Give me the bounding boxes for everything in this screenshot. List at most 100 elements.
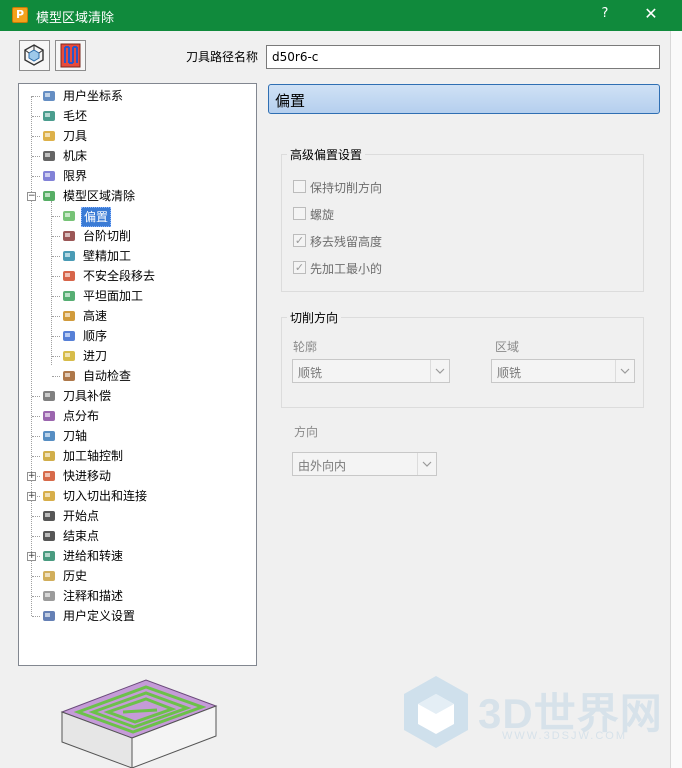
tree-item-label: 进刀 <box>83 349 108 363</box>
tool-compensation-icon <box>41 388 57 404</box>
expand-icon[interactable]: + <box>27 492 36 501</box>
tree-item-label: 点分布 <box>63 409 100 423</box>
tree-item-label: 进给和转速 <box>63 549 124 563</box>
close-button[interactable]: ✕ <box>640 4 662 23</box>
keep-direction-checkbox[interactable] <box>293 180 306 193</box>
direction-value: 由外向内 <box>298 459 347 473</box>
tree-item-label: 限界 <box>63 169 88 183</box>
user-settings-icon <box>41 608 57 624</box>
spiral-label: 螺旋 <box>310 208 335 222</box>
tree-item-label: 高速 <box>83 309 108 323</box>
tree-item-label: 刀轴 <box>63 429 88 443</box>
tree-guide-line <box>52 276 60 277</box>
tree-item-label: 历史 <box>63 569 88 583</box>
auto-check-icon <box>61 368 77 384</box>
chevron-down-icon <box>615 360 634 382</box>
tree-guide-line <box>52 356 60 357</box>
machine-icon <box>41 148 57 164</box>
tree-guide-line <box>51 201 52 365</box>
tree-guide-line <box>32 136 40 137</box>
remove-cusps-checkbox[interactable]: ✓ <box>293 234 306 247</box>
collision-check-icon <box>24 44 44 66</box>
block-icon <box>41 108 57 124</box>
tree-item-label: 切入切出和连接 <box>63 489 148 503</box>
background-strip <box>670 31 682 768</box>
window-title: 模型区域清除 <box>36 11 115 26</box>
direction-label: 方向 <box>294 425 319 439</box>
tree-guide-line <box>32 436 40 437</box>
cut-direction-group: 切削方向 轮廓 顺铣 区域 顺铣 <box>281 309 644 408</box>
tree-guide-line <box>32 116 40 117</box>
watermark-url: WWW.3DSJW.COM <box>502 730 627 742</box>
profile-label: 轮廓 <box>293 340 318 354</box>
tree-item-label: 台阶切削 <box>83 229 132 243</box>
toolpath-name-input[interactable] <box>266 45 660 69</box>
point-distribution-icon <box>41 408 57 424</box>
tree-guide-line <box>32 96 40 97</box>
tree-guide-line <box>32 616 40 617</box>
high-speed-icon <box>61 308 77 324</box>
tree-guide-line <box>32 176 40 177</box>
cut-direction-title: 切削方向 <box>287 309 342 326</box>
tree-guide-line <box>52 256 60 257</box>
spiral-checkbox[interactable] <box>293 207 306 220</box>
notes-icon <box>41 588 57 604</box>
collapse-icon[interactable]: − <box>27 192 36 201</box>
tree-guide-line <box>32 536 40 537</box>
tree-guide-line <box>32 596 40 597</box>
tool-icon <box>41 128 57 144</box>
tree-item-label: 刀具补偿 <box>63 389 112 403</box>
tree-item-label: 机床 <box>63 149 88 163</box>
tree-guide-line <box>32 416 40 417</box>
settings-tree[interactable]: 用户坐标系 毛坯 刀具 机床 限界 − 模型区域清除 偏置 台阶切削 壁精加工 不安全段移去 平坦面加… <box>18 83 257 666</box>
axis-control-icon <box>41 448 57 464</box>
limits-icon <box>41 168 57 184</box>
page-header: 偏置 <box>268 84 660 114</box>
tree-guide-line <box>31 96 32 616</box>
tree-item-label: 开始点 <box>63 509 100 523</box>
tool-axis-icon <box>41 428 57 444</box>
smallest-first-label: 先加工最小的 <box>310 262 383 276</box>
collision-check-button[interactable] <box>19 40 50 71</box>
direction-select[interactable]: 由外向内 <box>292 452 437 476</box>
remove-cusps-label: 移去残留高度 <box>310 235 383 249</box>
end-point-icon <box>41 528 57 544</box>
area-direction-select[interactable]: 顺铣 <box>491 359 635 383</box>
tree-guide-line <box>52 336 60 337</box>
feeds-speeds-icon <box>41 548 57 564</box>
chevron-down-icon <box>417 453 436 475</box>
chevron-down-icon <box>430 360 449 382</box>
tree-item-label: 偏置 <box>81 207 112 227</box>
toolpath-name-label: 刀具路径名称 <box>186 50 259 64</box>
tree-item-label: 毛坯 <box>63 109 88 123</box>
tree-item-label: 顺序 <box>83 329 108 343</box>
dialog-window: P 模型区域清除 ? ✕ 刀具路径名称 用户坐标系毛坯刀具机床限界 − 模型区域清除… <box>0 0 682 768</box>
tree-item-label: 注释和描述 <box>63 589 124 603</box>
tree-guide-line <box>52 216 60 217</box>
flat-machining-icon <box>61 288 77 304</box>
tree-item-label: 快进移动 <box>63 469 112 483</box>
tree-item-label: 不安全段移去 <box>83 269 156 283</box>
offset-pattern-preview <box>60 679 218 768</box>
expand-icon[interactable]: + <box>27 552 36 561</box>
tree-item-label: 壁精加工 <box>83 249 132 263</box>
order-icon <box>61 328 77 344</box>
start-point-icon <box>41 508 57 524</box>
model-area-clearance-icon <box>41 188 57 204</box>
watermark: 3D世界网 WWW.3DSJW.COM <box>398 672 668 768</box>
tree-item-label: 刀具 <box>63 129 88 143</box>
leads-links-icon <box>41 488 57 504</box>
step-cutting-icon <box>61 228 77 244</box>
tree-guide-line <box>32 156 40 157</box>
expand-icon[interactable]: + <box>27 472 36 481</box>
history-icon <box>41 568 57 584</box>
area-label: 区域 <box>495 340 520 354</box>
smallest-first-checkbox[interactable]: ✓ <box>293 261 306 274</box>
tree-item-label: 用户定义设置 <box>63 609 136 623</box>
rapid-move-icon <box>41 468 57 484</box>
toolpath-preview-button[interactable] <box>55 40 86 71</box>
help-button[interactable]: ? <box>594 6 616 21</box>
profile-direction-select[interactable]: 顺铣 <box>292 359 450 383</box>
watermark-cube-icon <box>404 676 468 748</box>
plunge-icon <box>61 348 77 364</box>
